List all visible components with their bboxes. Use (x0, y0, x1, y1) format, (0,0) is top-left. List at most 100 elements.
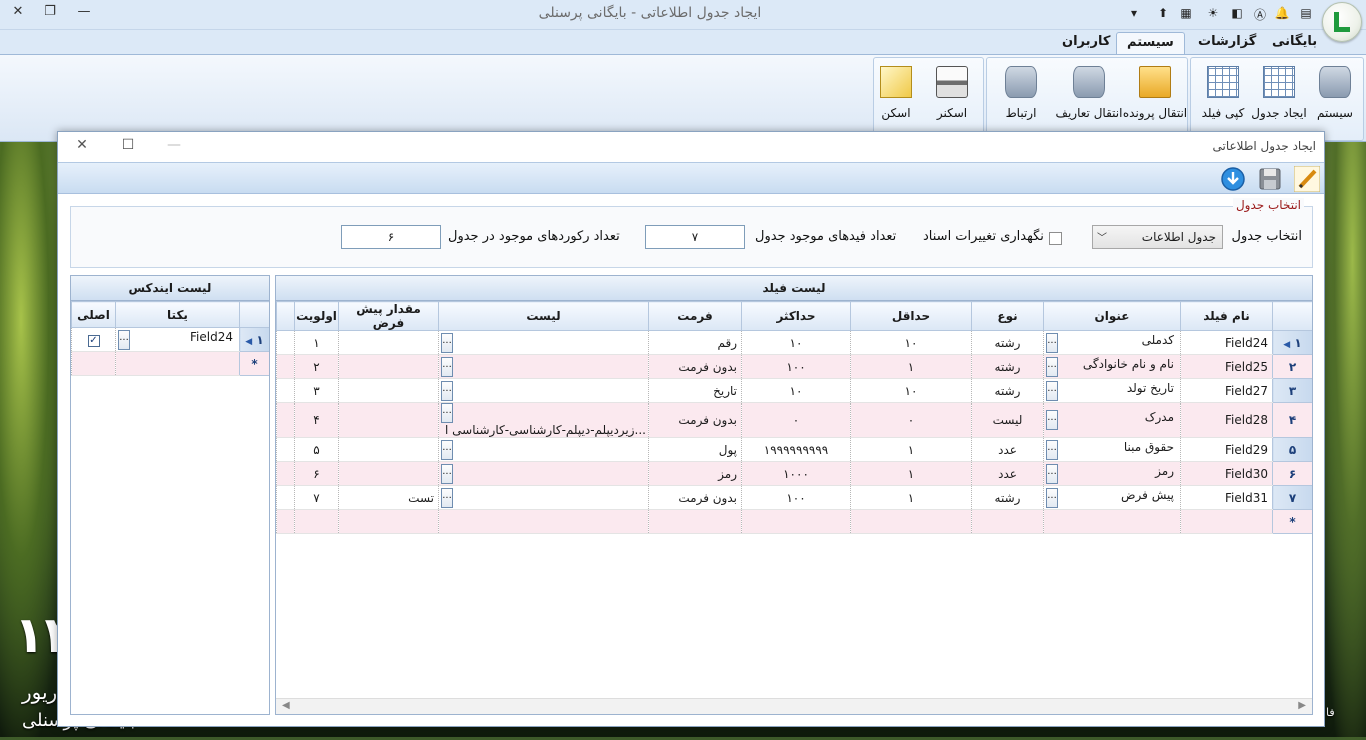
default-cell[interactable]: تست (338, 485, 439, 510)
list-cell[interactable]: ... (438, 485, 649, 510)
ellipsis-button[interactable]: ... (118, 329, 130, 350)
min-cell[interactable]: ۰ (850, 402, 972, 438)
title-cell[interactable]: ... حقوق مبنا (1043, 437, 1181, 462)
ellipsis-button[interactable]: ... (441, 487, 453, 508)
ellipsis-button[interactable]: ... (441, 380, 453, 401)
tab-archive[interactable]: بایگانی (1262, 32, 1327, 54)
format-cell[interactable]: رقم (648, 330, 742, 355)
ellipsis-button[interactable]: ... (1046, 410, 1058, 430)
dialog-close-button[interactable]: ✕ (72, 137, 92, 153)
col-unique[interactable]: یکتا (115, 301, 240, 328)
field-count-input[interactable]: ۷ (645, 225, 745, 249)
row-header[interactable]: ۴ (1272, 402, 1312, 438)
default-cell[interactable] (338, 354, 439, 379)
type-cell[interactable]: عدد (971, 437, 1044, 462)
max-cell[interactable]: ۱۰ (741, 378, 851, 403)
col-max[interactable]: حداکثر (741, 301, 851, 331)
table-row[interactable]: ۳... تاریخ ۱۰ ۱۰ رشته... تاریخ تولد Field27 ۳ (276, 378, 1312, 403)
default-cell[interactable] (338, 402, 439, 438)
dialog-minimize-button[interactable]: — (164, 137, 184, 153)
col-primary[interactable]: اصلی (71, 301, 116, 328)
horizontal-scrollbar[interactable]: ◀ ▶ (276, 698, 1312, 714)
record-count-input[interactable]: ۶ (341, 225, 441, 249)
min-cell[interactable]: ۱ (850, 461, 972, 486)
row-header[interactable]: ۳ (1272, 378, 1312, 403)
field-name-cell[interactable]: Field24 (1180, 330, 1273, 355)
book-icon[interactable]: ◧ (1228, 6, 1246, 20)
format-cell[interactable]: بدون فرمت (648, 485, 742, 510)
scroll-left-icon[interactable]: ◀ (282, 700, 290, 711)
type-cell[interactable]: لیست (971, 402, 1044, 438)
language-indicator[interactable]: فا (1326, 706, 1335, 719)
tab-system[interactable]: سیستم (1116, 32, 1185, 54)
new-row[interactable]: * (71, 351, 269, 376)
col-default[interactable]: مقدار پیش فرض (338, 301, 439, 331)
type-cell[interactable]: رشته (971, 354, 1044, 379)
scan-button[interactable]: اسکن (866, 62, 926, 124)
list-cell[interactable]: ... (438, 461, 649, 486)
col-list[interactable]: لیست (438, 301, 649, 331)
minimize-window-button[interactable]: — (74, 4, 94, 19)
edit-button[interactable] (1293, 165, 1321, 193)
list-cell[interactable]: ... زیردیپلم-دیپلم-کارشناسی-کارشناسی ا... (438, 402, 649, 438)
default-cell[interactable] (338, 461, 439, 486)
ellipsis-button[interactable]: ... (1046, 487, 1058, 508)
default-cell[interactable] (338, 378, 439, 403)
list-cell[interactable]: ... (438, 354, 649, 379)
tab-users[interactable]: کاربران (1052, 32, 1120, 54)
min-cell[interactable]: ۱۰ (850, 378, 972, 403)
max-cell[interactable]: ۱۰ (741, 330, 851, 355)
table-row[interactable]: ۴ ... زیردیپلم-دیپلم-کارشناسی-کارشناسی ا..… (276, 402, 1312, 438)
type-cell[interactable]: رشته (971, 330, 1044, 355)
format-cell[interactable]: پول (648, 437, 742, 462)
brightness-icon[interactable]: ☀ (1204, 6, 1222, 20)
field-name-cell[interactable]: Field25 (1180, 354, 1273, 379)
row-header[interactable]: ◀ ۱ (239, 327, 269, 352)
col-type[interactable]: نوع (971, 301, 1044, 331)
import-button[interactable] (1220, 166, 1246, 192)
title-cell[interactable]: ... رمز (1043, 461, 1181, 486)
scroll-right-icon[interactable]: ▶ (1298, 700, 1306, 711)
move-definitions-button[interactable]: انتقال تعاریف (1056, 62, 1122, 124)
close-window-button[interactable]: ✕ (8, 4, 28, 19)
copy-field-button[interactable]: کپی فیلد (1193, 62, 1253, 124)
default-cell[interactable] (338, 437, 439, 462)
ellipsis-button[interactable]: ... (1046, 463, 1058, 484)
table-row[interactable]: ۷ تست... بدون فرمت ۱۰۰ ۱ رشته... پیش فرض Field3… (276, 485, 1312, 510)
title-cell[interactable]: ... پیش فرض (1043, 485, 1181, 510)
default-cell[interactable] (338, 330, 439, 355)
ellipsis-button[interactable]: ... (1046, 380, 1058, 401)
field-name-cell[interactable]: Field28 (1180, 402, 1273, 438)
row-header[interactable]: ۶ (1272, 461, 1312, 486)
min-cell[interactable]: ۱ (850, 354, 972, 379)
priority-cell[interactable]: ۱ (294, 330, 339, 355)
priority-cell[interactable]: ۷ (294, 485, 339, 510)
font-icon[interactable]: Ⓐ (1251, 6, 1269, 23)
max-cell[interactable]: ۱۰۰۰ (741, 461, 851, 486)
field-name-cell[interactable]: Field29 (1180, 437, 1273, 462)
type-cell[interactable]: رشته (971, 378, 1044, 403)
col-priority[interactable]: اولویت (294, 301, 339, 331)
calculator-icon[interactable]: ▦ (1177, 6, 1195, 20)
unique-cell[interactable]: ... Field24 (115, 327, 240, 352)
tab-reports[interactable]: گزارشات (1188, 32, 1266, 54)
list-cell[interactable]: ... (438, 378, 649, 403)
ellipsis-button[interactable]: ... (441, 463, 453, 484)
calendar-icon[interactable]: ▤ (1297, 6, 1315, 20)
priority-cell[interactable]: ۴ (294, 402, 339, 438)
ellipsis-button[interactable]: ... (441, 439, 453, 460)
bell-icon[interactable]: 🔔 (1273, 6, 1291, 20)
ellipsis-button[interactable]: ... (441, 403, 453, 423)
list-cell[interactable]: ... (438, 437, 649, 462)
title-cell[interactable]: ... نام و نام خانوادگی (1043, 354, 1181, 379)
priority-cell[interactable]: ۵ (294, 437, 339, 462)
field-name-cell[interactable]: Field31 (1180, 485, 1273, 510)
format-cell[interactable]: بدون فرمت (648, 354, 742, 379)
table-row[interactable]: ✓ ... Field24 ◀ ۱ (71, 327, 269, 352)
ellipsis-button[interactable]: ... (1046, 356, 1058, 377)
format-cell[interactable]: بدون فرمت (648, 402, 742, 438)
col-field-name[interactable]: نام فیلد (1180, 301, 1273, 331)
max-cell[interactable]: ۱۰۰ (741, 354, 851, 379)
row-header[interactable]: ۷ (1272, 485, 1312, 510)
keep-changes-checkbox[interactable] (1049, 232, 1062, 245)
